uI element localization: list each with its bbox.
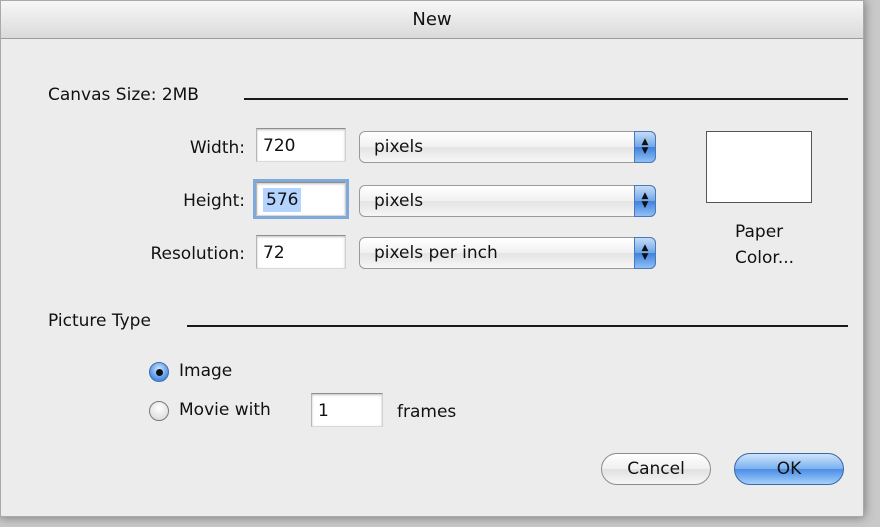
picture-type-divider	[187, 325, 848, 327]
resolution-label: Resolution:	[150, 244, 245, 264]
resolution-field[interactable]: 72	[256, 235, 346, 269]
width-unit-value: pixels	[374, 137, 424, 157]
image-radio-label[interactable]: Image	[179, 361, 232, 381]
canvas-size-divider	[244, 98, 848, 100]
cancel-button[interactable]: Cancel	[601, 453, 711, 485]
paper-color-label-line2: Color...	[735, 248, 795, 268]
height-unit-select[interactable]: pixels ▲ ▼	[359, 185, 656, 217]
width-field[interactable]: 720	[256, 128, 346, 162]
chevron-up-down-icon: ▲ ▼	[634, 185, 656, 217]
height-label: Height:	[183, 191, 245, 211]
height-value: 576	[263, 188, 302, 212]
frames-field[interactable]: 1	[311, 393, 383, 427]
window-title: New	[1, 1, 863, 39]
frames-label: frames	[397, 402, 457, 422]
width-unit-select[interactable]: pixels ▲ ▼	[359, 131, 656, 163]
resolution-value: 72	[263, 243, 285, 263]
width-label: Width:	[189, 138, 245, 158]
paper-color-label-line1: Paper	[735, 222, 784, 242]
new-dialog: New Canvas Size: 2MB Width: 720 pixels ▲…	[0, 0, 864, 517]
chevron-up-down-icon: ▲ ▼	[634, 131, 656, 163]
height-field[interactable]: 576	[253, 179, 349, 219]
paper-color-swatch[interactable]	[706, 131, 812, 203]
paper-color-button[interactable]: Paper Color...	[735, 219, 794, 271]
movie-radio-label[interactable]: Movie with	[179, 400, 271, 420]
resolution-unit-value: pixels per inch	[374, 243, 498, 263]
height-unit-value: pixels	[374, 191, 424, 211]
image-radio[interactable]	[149, 362, 169, 382]
canvas-size-label: Canvas Size: 2MB	[48, 85, 199, 105]
ok-button[interactable]: OK	[734, 453, 844, 485]
width-value: 720	[263, 136, 296, 156]
movie-radio[interactable]	[149, 401, 169, 421]
chevron-up-down-icon: ▲ ▼	[634, 237, 656, 269]
frames-value: 1	[318, 401, 329, 421]
picture-type-label: Picture Type	[48, 311, 151, 331]
resolution-unit-select[interactable]: pixels per inch ▲ ▼	[359, 237, 656, 269]
